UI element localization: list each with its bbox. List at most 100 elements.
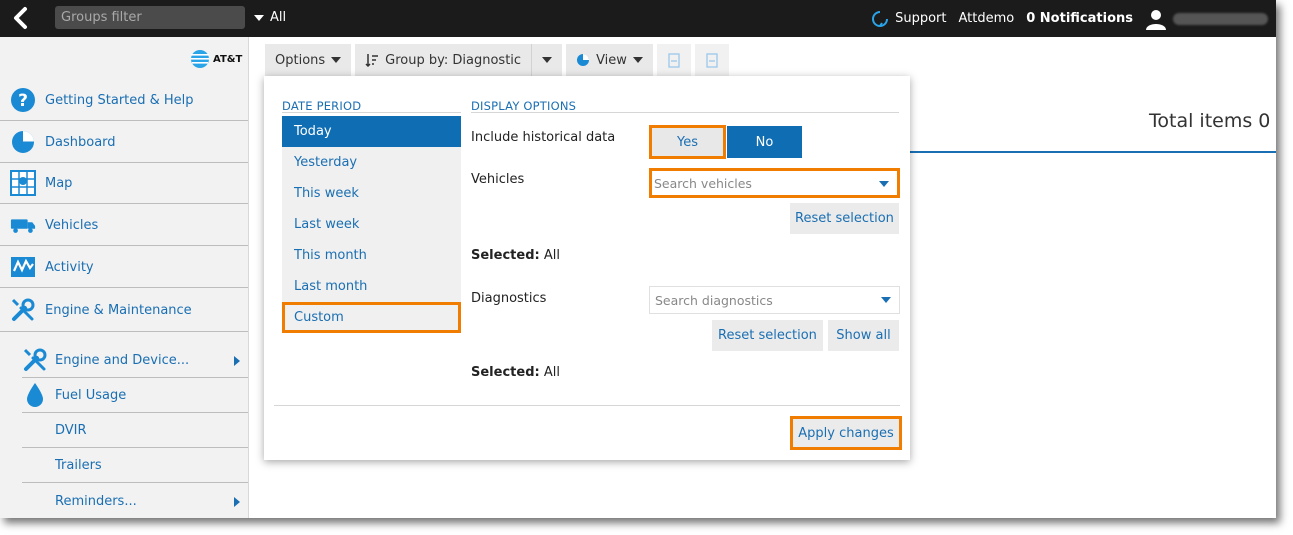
sidebar-item-dashboard[interactable]: Dashboard — [0, 122, 248, 163]
sidebar-subitem-label: Trailers — [55, 457, 102, 473]
chevron-right-icon — [234, 497, 240, 507]
pie-chart-icon — [10, 129, 36, 155]
sidebar-item-label: Engine & Maintenance — [45, 302, 192, 318]
support-link[interactable]: Support — [871, 10, 947, 28]
sidebar-subitem-label: DVIR — [55, 422, 87, 438]
options-popup: DATE PERIOD DISPLAY OPTIONS Today Yester… — [264, 76, 910, 460]
group-by-button[interactable]: Group by: Diagnostic — [355, 44, 532, 76]
document-icon — [706, 52, 718, 68]
user-name[interactable]: Attdemo — [959, 11, 1015, 26]
sidebar-item-vehicles[interactable]: Vehicles — [0, 205, 248, 246]
sidebar-item-engine-maintenance[interactable]: Engine & Maintenance — [0, 289, 248, 332]
sidebar-subitem-fuel-usage[interactable]: Fuel Usage — [22, 378, 248, 413]
date-period-this-week[interactable]: This week — [282, 178, 461, 209]
date-period-last-month[interactable]: Last month — [282, 271, 461, 302]
vehicles-search-input[interactable]: Search vehicles — [649, 168, 900, 198]
date-period-custom[interactable]: Custom — [282, 302, 461, 333]
options-button[interactable]: Options — [265, 44, 352, 76]
view-label: View — [596, 52, 627, 68]
divider — [471, 112, 899, 113]
selected-vehicles-value: All — [543, 248, 560, 263]
chevron-down-icon — [881, 297, 891, 303]
diagnostics-search-placeholder: Search diagnostics — [655, 292, 773, 308]
sidebar-item-getting-started[interactable]: ? Getting Started & Help — [0, 80, 248, 121]
diagnostics-reset-selection-button[interactable]: Reset selection — [712, 320, 823, 351]
back-arrow-icon[interactable] — [8, 5, 36, 31]
groups-dropdown[interactable]: All — [254, 10, 286, 25]
export-excel-button[interactable] — [656, 44, 691, 76]
sidebar-subitem-label: Fuel Usage — [55, 387, 127, 403]
svg-text:?: ? — [18, 91, 28, 111]
sidebar-subitem-label: Reminders... — [55, 494, 137, 509]
date-period-title: DATE PERIOD — [282, 99, 362, 113]
activity-icon — [10, 254, 36, 280]
sidebar-item-label: Vehicles — [45, 217, 99, 233]
date-period-list: Today Yesterday This week Last week This… — [282, 116, 461, 333]
options-label: Options — [275, 52, 326, 68]
group-by-label: Group by: Diagnostic — [385, 52, 522, 68]
chevron-down-icon — [254, 14, 264, 21]
sidebar-item-activity[interactable]: Activity — [0, 247, 248, 288]
brand-logo: AT&T — [190, 49, 242, 69]
sidebar-subitem-dvir[interactable]: DVIR — [22, 413, 248, 448]
chevron-down-icon — [331, 57, 342, 63]
total-items-count: Total items 0 — [1149, 110, 1271, 132]
fuel-drop-icon — [22, 382, 48, 408]
date-period-this-month[interactable]: This month — [282, 240, 461, 271]
sidebar-subitem-engine-device[interactable]: Engine and Device... — [22, 343, 248, 378]
diagnostics-show-all-button[interactable]: Show all — [828, 320, 899, 351]
chevron-right-icon — [234, 356, 240, 366]
view-button[interactable]: View — [566, 44, 653, 76]
chevron-down-icon — [879, 181, 889, 187]
sidebar-item-label: Activity — [45, 259, 94, 275]
sidebar-subitem-reminders[interactable]: Reminders... — [22, 484, 248, 518]
date-period-today[interactable]: Today — [282, 116, 461, 147]
group-by-dropdown-button[interactable] — [531, 44, 563, 76]
sidebar-subitem-trailers[interactable]: Trailers — [22, 448, 248, 483]
wrench-icon — [10, 297, 36, 323]
chevron-down-icon — [632, 57, 643, 63]
divider — [910, 151, 1276, 153]
map-icon — [10, 170, 36, 196]
sidebar-subitem-label: Engine and Device... — [55, 352, 190, 368]
report-toolbar: Options Group by: Diagnostic View — [265, 44, 729, 76]
vehicles-reset-selection-button[interactable]: Reset selection — [790, 203, 899, 234]
brand-name: AT&T — [213, 53, 243, 65]
sidebar-item-label: Dashboard — [45, 134, 116, 150]
sidebar-item-label: Map — [45, 175, 73, 191]
export-pdf-button[interactable] — [694, 44, 729, 76]
sidebar: AT&T ? Getting Started & Help Dashboard … — [0, 37, 249, 518]
truck-icon — [10, 212, 36, 238]
sidebar-item-map[interactable]: Map — [0, 163, 248, 204]
att-globe-icon — [191, 50, 209, 68]
vehicles-selected-text: Selected: All — [471, 248, 560, 263]
sort-icon — [365, 54, 379, 67]
user-icon[interactable] — [1145, 8, 1167, 30]
chevron-down-icon — [542, 57, 553, 63]
vehicles-label: Vehicles — [471, 172, 525, 187]
groups-filter-input[interactable] — [55, 6, 245, 29]
apply-changes-button[interactable]: Apply changes — [790, 416, 902, 450]
diagnostics-selected-text: Selected: All — [471, 365, 560, 380]
support-icon — [872, 10, 889, 27]
support-label: Support — [895, 11, 947, 26]
document-icon — [668, 52, 680, 68]
historical-yes-button[interactable]: Yes — [649, 125, 726, 159]
groups-value: All — [270, 10, 287, 25]
wrench-icon — [22, 347, 48, 373]
date-period-yesterday[interactable]: Yesterday — [282, 147, 461, 178]
top-right-menu: Support Attdemo 0 Notifications — [871, 0, 1276, 37]
sidebar-item-label: Getting Started & Help — [45, 92, 194, 108]
selected-prefix: Selected: — [471, 365, 540, 380]
diagnostics-search-input[interactable]: Search diagnostics — [649, 286, 900, 314]
date-period-last-week[interactable]: Last week — [282, 209, 461, 240]
historical-no-button[interactable]: No — [727, 126, 802, 158]
notifications-link[interactable]: 0 Notifications — [1026, 11, 1133, 26]
pie-chart-icon — [577, 54, 590, 66]
divider — [274, 405, 900, 406]
help-icon: ? — [10, 87, 36, 113]
include-historical-label: Include historical data — [471, 130, 616, 145]
top-bar: All Support Attdemo 0 Notifications — [0, 0, 1276, 37]
divider — [282, 112, 461, 113]
app-window: All Support Attdemo 0 Notifications AT&T — [0, 0, 1276, 518]
